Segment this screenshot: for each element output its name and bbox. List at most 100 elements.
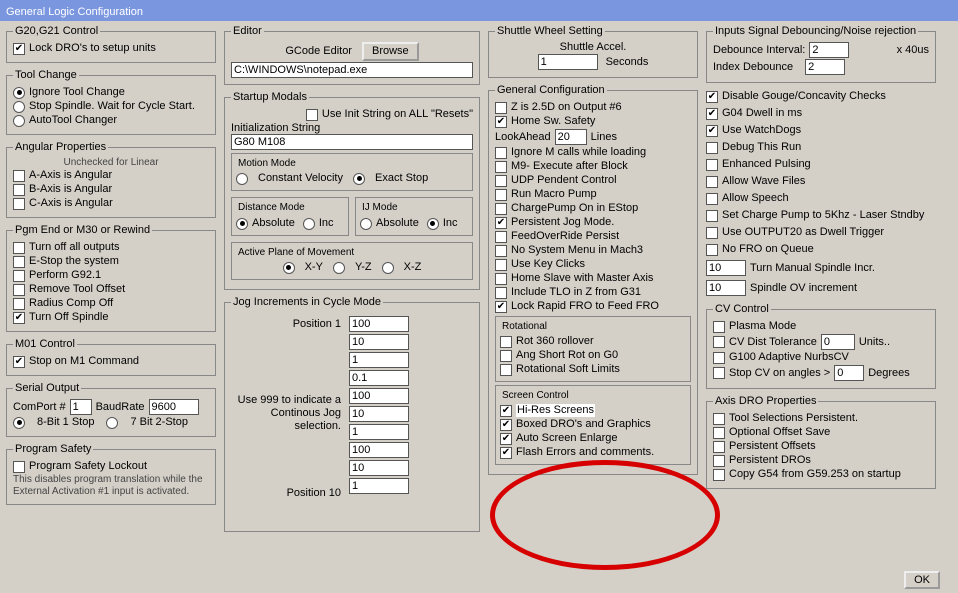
udp-checkbox[interactable]	[495, 175, 507, 187]
jog-pos9-input[interactable]	[349, 460, 409, 476]
comport-input[interactable]	[70, 399, 92, 415]
remove-tooloffset-checkbox[interactable]	[13, 284, 25, 296]
persdro-checkbox[interactable]	[713, 455, 725, 467]
shuttle-group: Shuttle Wheel Setting Shuttle Accel. Sec…	[488, 25, 698, 78]
hires-checkbox[interactable]	[500, 405, 512, 417]
jog-pos3-input[interactable]	[349, 352, 409, 368]
jog-pos2-input[interactable]	[349, 334, 409, 350]
nofro-checkbox[interactable]	[706, 244, 718, 256]
exact-stop-radio[interactable]	[353, 173, 365, 185]
ignore-m-checkbox[interactable]	[495, 147, 507, 159]
z25d-checkbox[interactable]	[495, 102, 507, 114]
speech-checkbox[interactable]	[706, 193, 718, 205]
radius-comp-checkbox[interactable]	[13, 298, 25, 310]
feedoverride-checkbox[interactable]	[495, 231, 507, 243]
c-axis-checkbox[interactable]	[13, 198, 25, 210]
ij-abs-radio[interactable]	[360, 218, 372, 230]
jog-group: Jog Increments in Cycle Mode Position 1 …	[224, 296, 480, 532]
dist-abs-radio[interactable]	[236, 218, 248, 230]
watchdog-checkbox[interactable]	[706, 125, 718, 137]
shuttle-accel-input[interactable]	[538, 54, 598, 70]
m01-group: M01 Control Stop on M1 Command	[6, 338, 216, 376]
flash-errors-checkbox[interactable]	[500, 447, 512, 459]
angshort-checkbox[interactable]	[500, 350, 512, 362]
debounce-interval-input[interactable]	[809, 42, 849, 58]
col-4: Inputs Signal Debouncing/Noise rejection…	[706, 25, 936, 532]
debug-checkbox[interactable]	[706, 142, 718, 154]
plane-xy-radio[interactable]	[283, 262, 295, 274]
runmacro-checkbox[interactable]	[495, 189, 507, 201]
ignore-toolchange-radio[interactable]	[13, 87, 25, 99]
rot360-checkbox[interactable]	[500, 336, 512, 348]
plane-yz-radio[interactable]	[333, 262, 345, 274]
title-bar: General Logic Configuration	[0, 0, 958, 21]
tlo-checkbox[interactable]	[495, 287, 507, 299]
gouge-checkbox[interactable]	[706, 91, 718, 103]
jog-pos10-input[interactable]	[349, 478, 409, 494]
softlimits-checkbox[interactable]	[500, 364, 512, 376]
8bit-radio[interactable]	[13, 417, 25, 429]
homesw-checkbox[interactable]	[495, 116, 507, 128]
persistent-jog-checkbox[interactable]	[495, 217, 507, 229]
ij-inc-radio[interactable]	[427, 218, 439, 230]
a-axis-checkbox[interactable]	[13, 170, 25, 182]
jog-pos7-input[interactable]	[349, 424, 409, 440]
boxed-dro-checkbox[interactable]	[500, 419, 512, 431]
col-2: Editor GCode Editor Browse Startup Modal…	[224, 25, 480, 532]
useinit-checkbox[interactable]	[306, 109, 318, 121]
g100-checkbox[interactable]	[713, 352, 725, 364]
plasma-checkbox[interactable]	[713, 321, 725, 333]
debounce-group: Inputs Signal Debouncing/Noise rejection…	[706, 25, 936, 83]
plane-xz-radio[interactable]	[382, 262, 394, 274]
init-string-input[interactable]	[231, 134, 473, 150]
toolchange-group: Tool Change Ignore Tool Change Stop Spin…	[6, 69, 216, 135]
baudrate-input[interactable]	[149, 399, 199, 415]
stop-m1-checkbox[interactable]	[13, 356, 25, 368]
perform-g92-checkbox[interactable]	[13, 270, 25, 282]
autotool-radio[interactable]	[13, 115, 25, 127]
stopcv-input[interactable]	[834, 365, 864, 381]
toolsel-checkbox[interactable]	[713, 413, 725, 425]
index-debounce-input[interactable]	[805, 59, 845, 75]
cvdist-checkbox[interactable]	[713, 336, 725, 348]
jog-pos1-input[interactable]	[349, 316, 409, 332]
wave-checkbox[interactable]	[706, 176, 718, 188]
ok-button[interactable]: OK	[904, 571, 940, 589]
jog-pos4-input[interactable]	[349, 370, 409, 386]
browse-button[interactable]: Browse	[362, 42, 419, 61]
output20-checkbox[interactable]	[706, 227, 718, 239]
auto-enlarge-checkbox[interactable]	[500, 433, 512, 445]
dist-inc-radio[interactable]	[303, 218, 315, 230]
cvdist-input[interactable]	[821, 334, 855, 350]
enhanced-checkbox[interactable]	[706, 159, 718, 171]
nosysmenu-checkbox[interactable]	[495, 245, 507, 257]
lock-dro-checkbox[interactable]	[13, 43, 25, 55]
stop-spindle-radio[interactable]	[13, 101, 25, 113]
turnoff-outputs-checkbox[interactable]	[13, 242, 25, 254]
jog-pos8-input[interactable]	[349, 442, 409, 458]
chargepump-checkbox[interactable]	[495, 203, 507, 215]
m9-checkbox[interactable]	[495, 161, 507, 173]
turnoff-spindle-checkbox[interactable]	[13, 312, 25, 324]
stopcv-checkbox[interactable]	[713, 367, 725, 379]
constant-velocity-radio[interactable]	[236, 173, 248, 185]
spindle-ov-input[interactable]	[706, 280, 746, 296]
man-spindle-input[interactable]	[706, 260, 746, 276]
b-axis-checkbox[interactable]	[13, 184, 25, 196]
copyg54-checkbox[interactable]	[713, 469, 725, 481]
safety-group: Program Safety Program Safety Lockout Th…	[6, 443, 216, 505]
lookahead-input[interactable]	[555, 129, 587, 145]
persoffsets-checkbox[interactable]	[713, 441, 725, 453]
setcharge-checkbox[interactable]	[706, 210, 718, 222]
lockrapid-checkbox[interactable]	[495, 301, 507, 313]
safety-lockout-checkbox[interactable]	[13, 461, 25, 473]
g04-checkbox[interactable]	[706, 108, 718, 120]
jog-pos5-input[interactable]	[349, 388, 409, 404]
7bit-radio[interactable]	[106, 417, 118, 429]
jog-pos6-input[interactable]	[349, 406, 409, 422]
estop-checkbox[interactable]	[13, 256, 25, 268]
keyclicks-checkbox[interactable]	[495, 259, 507, 271]
editor-path-input[interactable]	[231, 62, 473, 78]
optoffset-checkbox[interactable]	[713, 427, 725, 439]
homeslave-checkbox[interactable]	[495, 273, 507, 285]
